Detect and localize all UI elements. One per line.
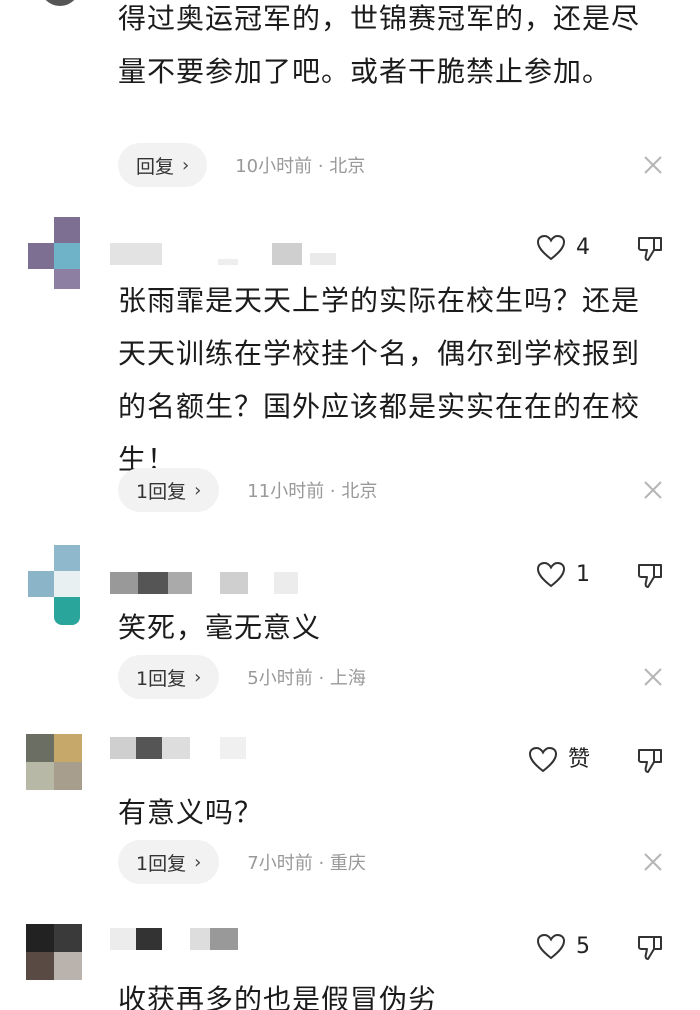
heart-outline-icon bbox=[536, 234, 566, 261]
like-count: 赞 bbox=[567, 747, 590, 772]
comment-meta: 1回复 › 11小时前 · 北京 bbox=[118, 468, 377, 512]
reply-button[interactable]: 1回复 › bbox=[118, 840, 220, 884]
reply-button[interactable]: 回复 › bbox=[118, 143, 208, 187]
chevron-right-icon: › bbox=[182, 154, 190, 176]
like-count: 5 bbox=[576, 934, 590, 959]
close-icon[interactable] bbox=[642, 154, 664, 176]
chevron-right-icon: › bbox=[194, 666, 202, 688]
like-control[interactable]: 4 bbox=[536, 234, 590, 262]
close-icon[interactable] bbox=[642, 666, 664, 688]
comment-text: 笑死，毫无意义 bbox=[118, 611, 322, 644]
close-icon[interactable] bbox=[642, 851, 664, 873]
like-count: 1 bbox=[576, 562, 590, 587]
thumbs-down-icon[interactable] bbox=[636, 561, 664, 589]
comment-text: 得过奥运冠军的，世锦赛冠军的，还是尽量不要参加了吧。或者干脆禁止参加。 bbox=[118, 2, 641, 88]
avatar[interactable] bbox=[26, 545, 82, 625]
avatar[interactable] bbox=[26, 215, 82, 289]
close-icon[interactable] bbox=[642, 479, 664, 501]
thumbs-down-icon[interactable] bbox=[636, 234, 664, 262]
thumbs-down-icon[interactable] bbox=[636, 746, 664, 774]
avatar[interactable] bbox=[26, 734, 82, 790]
avatar[interactable] bbox=[26, 924, 82, 980]
time-location: 7小时前 · 重庆 bbox=[247, 853, 366, 874]
chevron-right-icon: › bbox=[194, 479, 202, 501]
comment-meta: 1回复 › 5小时前 · 上海 bbox=[118, 655, 366, 699]
reply-label: 1回复 bbox=[136, 852, 187, 875]
reply-label: 1回复 bbox=[136, 480, 187, 503]
comment-text: 有意义吗？ bbox=[118, 796, 264, 829]
reply-label: 1回复 bbox=[136, 667, 187, 690]
thumbs-down-icon[interactable] bbox=[636, 933, 664, 961]
heart-outline-icon bbox=[536, 933, 566, 960]
avatar[interactable] bbox=[40, 0, 80, 6]
like-control[interactable]: 5 bbox=[536, 933, 590, 961]
like-count: 4 bbox=[576, 235, 590, 260]
comment-list: 得过奥运冠军的，世锦赛冠军的，还是尽量不要参加了吧。或者干脆禁止参加。 回复 ›… bbox=[0, 0, 700, 1010]
like-control[interactable]: 赞 bbox=[528, 746, 590, 774]
time-location: 10小时前 · 北京 bbox=[235, 156, 366, 177]
time-location: 11小时前 · 北京 bbox=[247, 481, 378, 502]
heart-outline-icon bbox=[528, 746, 557, 773]
comment-text: 张雨霏是天天上学的实际在校生吗？还是天天训练在学校挂个名，偶尔到学校报到的名额生… bbox=[118, 284, 641, 476]
reply-button[interactable]: 1回复 › bbox=[118, 468, 220, 512]
heart-outline-icon bbox=[536, 561, 566, 588]
reply-label: 回复 bbox=[136, 155, 175, 178]
comment-text: 收获再多的也是假冒伪劣 bbox=[118, 983, 438, 1010]
reply-button[interactable]: 1回复 › bbox=[118, 655, 220, 699]
like-control[interactable]: 1 bbox=[536, 561, 590, 589]
comment-meta: 回复 › 10小时前 · 北京 bbox=[118, 143, 365, 187]
time-location: 5小时前 · 上海 bbox=[247, 668, 366, 689]
chevron-right-icon: › bbox=[194, 851, 202, 873]
comment-meta: 1回复 › 7小时前 · 重庆 bbox=[118, 840, 366, 884]
